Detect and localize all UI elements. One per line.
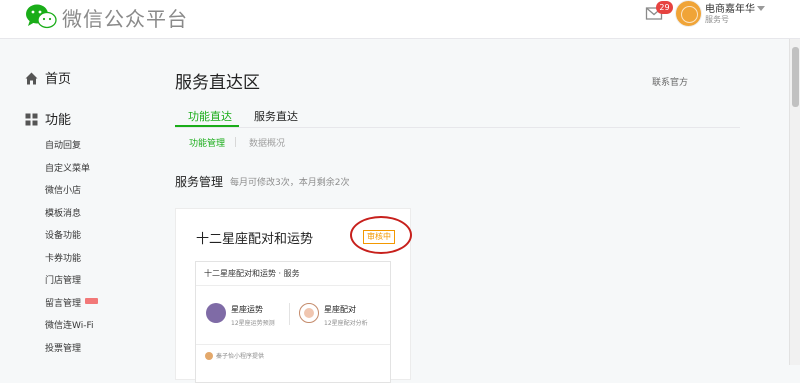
sidebar: 首页 功能 自动回复 自定义菜单 微信小店 模板消息 设备功能 卡券功能 门店管… — [0, 39, 150, 365]
sidebar-home-label: 首页 — [45, 72, 72, 87]
main-content: 服务直达区 联系官方 功能直达 服务直达 功能管理 数据概况 服务管理 每月可修… — [150, 39, 789, 383]
active-tab-indicator — [175, 125, 239, 127]
subtab-function-management[interactable]: 功能管理 — [189, 136, 225, 149]
divider — [196, 285, 390, 286]
sidebar-item-device[interactable]: 设备功能 — [45, 228, 81, 241]
mail-count-badge[interactable]: 29 — [656, 1, 673, 14]
provider-avatar — [205, 352, 213, 360]
account-type: 服务号 — [705, 15, 729, 24]
divider — [196, 344, 390, 345]
sidebar-item-store-management[interactable]: 门店管理 — [45, 273, 81, 286]
sidebar-section-function: 功能 — [25, 109, 71, 128]
sidebar-item-vote[interactable]: 投票管理 — [45, 341, 81, 354]
horoscope-icon — [206, 303, 226, 323]
sidebar-comment-label: 留言管理 — [45, 299, 82, 309]
account-avatar[interactable] — [675, 0, 702, 27]
home-icon — [25, 72, 38, 85]
sidebar-item-wifi[interactable]: 微信连Wi-Fi — [45, 318, 93, 331]
scrollbar-thumb[interactable] — [792, 47, 799, 107]
sidebar-item-wechat-store[interactable]: 微信小店 — [45, 183, 81, 196]
preview-title: 十二星座配对和运势 · 服务 — [204, 269, 300, 278]
service-desc-horoscope: 12星座运势预测 — [231, 320, 275, 327]
sidebar-item-comment-management[interactable]: 留言管理 — [45, 296, 99, 309]
annotation-ring — [350, 216, 412, 254]
page-title: 服务直达区 — [175, 73, 260, 93]
subtab-divider — [235, 137, 236, 147]
subtab-data-overview[interactable]: 数据概况 — [249, 136, 285, 149]
tab-service-direct[interactable]: 服务直达 — [254, 108, 298, 124]
divider — [289, 303, 290, 325]
section-title: 服务管理 — [175, 175, 224, 189]
sidebar-item-coupon[interactable]: 卡券功能 — [45, 251, 81, 264]
section-description: 每月可修改3次，本月剩余2次 — [230, 178, 350, 188]
tab-bar: 功能直达 服务直达 — [175, 105, 740, 128]
sidebar-item-auto-reply[interactable]: 自动回复 — [45, 138, 81, 151]
service-name-horoscope[interactable]: 星座运势 — [231, 304, 263, 315]
account-name[interactable]: 电商嘉年华 — [705, 0, 755, 15]
sidebar-item-template-message[interactable]: 模板消息 — [45, 206, 81, 219]
service-card: 十二星座配对和运势 审核中 十二星座配对和运势 · 服务 星座运势 12星座运势… — [175, 208, 412, 383]
logo-title[interactable]: 微信公众平台 — [62, 3, 188, 32]
card-title: 十二星座配对和运势 — [196, 232, 314, 247]
new-badge — [85, 298, 99, 304]
grid-icon — [25, 113, 38, 126]
top-bar: 微信公众平台 29 电商嘉年华 服务号 — [0, 0, 800, 39]
service-name-match[interactable]: 星座配对 — [324, 304, 356, 315]
sidebar-function-label: 功能 — [45, 113, 72, 128]
match-icon — [299, 303, 319, 323]
provider-text: 秦子怡小程序提供 — [216, 353, 265, 360]
sidebar-item-custom-menu[interactable]: 自定义菜单 — [45, 161, 90, 174]
tab-function-direct[interactable]: 功能直达 — [188, 108, 232, 124]
scrollbar[interactable] — [789, 39, 800, 365]
service-desc-match: 12星座配对分析 — [324, 320, 368, 327]
wechat-logo-icon[interactable] — [24, 2, 58, 30]
contact-official-link[interactable]: 联系官方 — [652, 75, 688, 88]
chevron-down-icon[interactable] — [757, 6, 765, 12]
sidebar-item-home[interactable]: 首页 — [25, 68, 71, 87]
